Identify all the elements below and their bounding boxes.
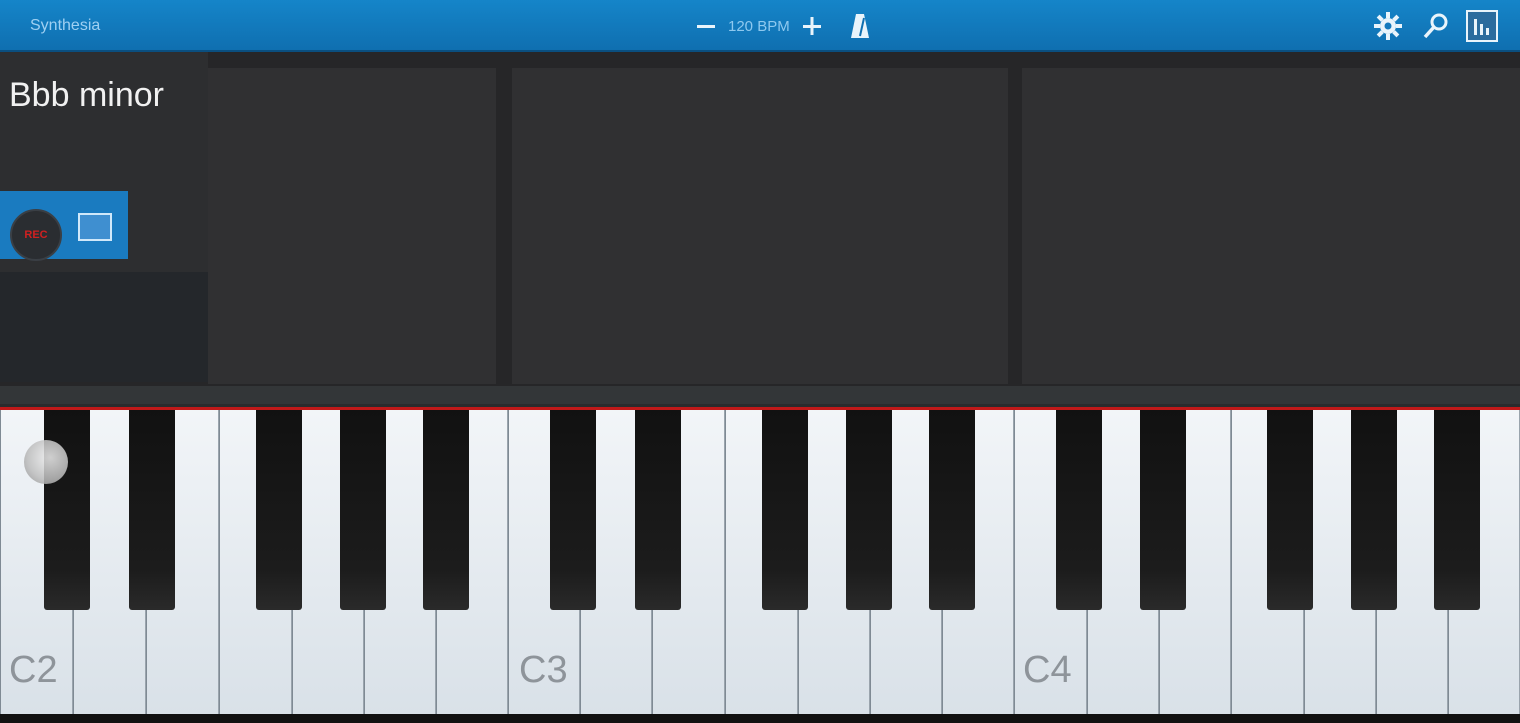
metronome-button[interactable] — [848, 12, 872, 40]
chord-name: Bbb minor — [9, 76, 164, 114]
plus-icon — [802, 17, 821, 35]
piano-keyboard: C2 C3 C4 — [0, 407, 1520, 723]
left-panel: Bbb minor REC — [0, 52, 208, 382]
tempo-label: 120 BPM — [728, 17, 790, 35]
settings-button[interactable] — [1372, 10, 1404, 42]
black-key[interactable] — [1267, 410, 1313, 610]
black-key[interactable] — [256, 410, 302, 610]
black-key[interactable] — [1351, 410, 1397, 610]
metronome-icon — [851, 14, 869, 38]
content-area: Bbb minor REC — [0, 52, 1520, 404]
search-button[interactable] — [1420, 10, 1452, 42]
top-bar: Synthesia 120 BPM — [0, 0, 1520, 52]
shelf-divider — [0, 386, 1520, 404]
black-key[interactable] — [635, 410, 681, 610]
record-icon: REC — [24, 229, 48, 241]
black-key[interactable] — [1140, 410, 1186, 610]
note-label: C2 — [9, 649, 58, 691]
black-key[interactable] — [340, 410, 386, 610]
tempo-control: 120 BPM — [692, 10, 826, 42]
scroll-knob[interactable] — [24, 440, 68, 484]
chart-button[interactable] — [1466, 10, 1498, 42]
tempo-decrease-button[interactable] — [692, 12, 720, 40]
minus-icon — [697, 25, 715, 28]
display-pane-3 — [1022, 68, 1520, 384]
black-key[interactable] — [423, 410, 469, 610]
settings-icon — [1374, 12, 1402, 40]
display-pane-2 — [512, 68, 1008, 384]
app-title: Synthesia — [30, 17, 101, 34]
search-icon — [1423, 13, 1448, 39]
black-key[interactable] — [1434, 410, 1480, 610]
black-key[interactable] — [129, 410, 175, 610]
checkbox-icon[interactable] — [78, 213, 112, 241]
chart-icon — [1466, 10, 1498, 42]
black-key[interactable] — [929, 410, 975, 610]
black-key[interactable] — [1056, 410, 1102, 610]
display-pane-1 — [208, 68, 496, 384]
left-lower-panel — [0, 272, 208, 382]
black-key[interactable] — [550, 410, 596, 610]
record-button[interactable]: REC — [10, 209, 62, 261]
note-label: C4 — [1023, 649, 1072, 691]
tempo-increase-button[interactable] — [798, 12, 826, 40]
black-key[interactable] — [762, 410, 808, 610]
note-label: C3 — [519, 649, 568, 691]
track-selector[interactable]: REC — [0, 191, 128, 261]
black-key[interactable] — [846, 410, 892, 610]
